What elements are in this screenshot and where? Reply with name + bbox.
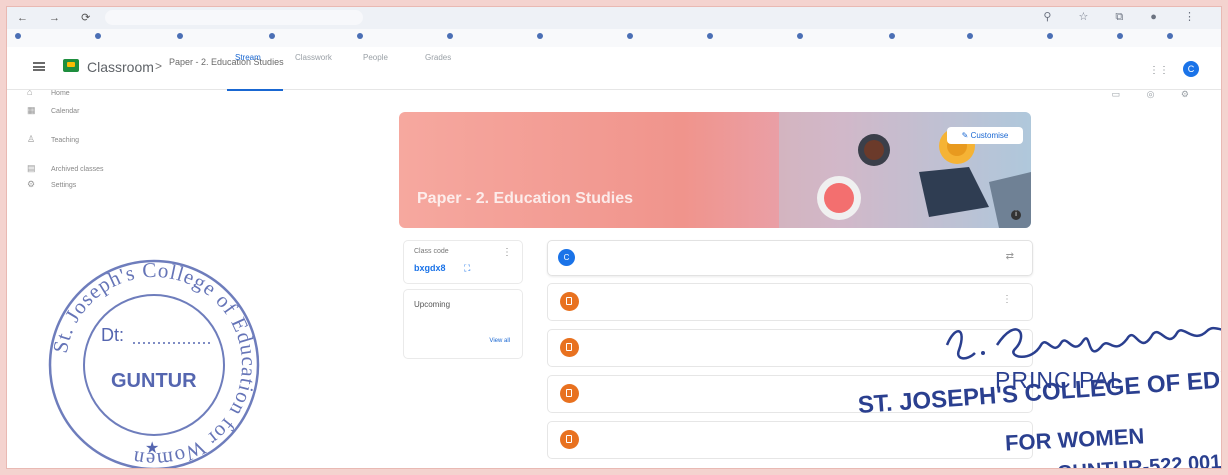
stamp-city: GUNTUR	[111, 370, 197, 392]
bookmark-item[interactable]	[627, 33, 636, 40]
announce-box[interactable]: C ⇄	[547, 240, 1033, 276]
bookmark-icon	[707, 33, 713, 40]
bookmark-icon	[889, 33, 895, 40]
tab-people[interactable]: People	[363, 53, 388, 62]
tab-grades[interactable]: Grades	[425, 53, 451, 62]
browser-toolbar: ← → ⟳ ⚲ ☆ ⧉ ● ⋮	[7, 7, 1221, 30]
app-title[interactable]: Classroom	[87, 59, 154, 75]
classroom-logo	[63, 59, 79, 72]
svg-text:★: ★	[145, 440, 159, 457]
sidebar-item-home[interactable]: ⌂ Home	[27, 87, 70, 97]
class-code-value: bxgdx8	[414, 263, 446, 273]
customise-button[interactable]: ✎ Customise	[947, 127, 1023, 144]
user-avatar: C	[558, 249, 575, 266]
bookmark-icon	[797, 33, 803, 40]
bookmark-item[interactable]	[797, 33, 806, 40]
bookmark-icon	[1047, 33, 1053, 40]
classroom-header: Classroom > Paper - 2. Education Studies…	[7, 47, 1221, 90]
bookmarks-bar	[7, 29, 1221, 48]
info-icon[interactable]: i	[1011, 210, 1021, 220]
sidebar-item-teaching[interactable]: ♙ Teaching	[27, 134, 79, 145]
bookmark-item[interactable]	[357, 33, 366, 40]
sidebar-item-calendar[interactable]: ▦ Calendar	[27, 105, 79, 116]
bookmark-item[interactable]	[269, 33, 278, 40]
apps-grid-icon[interactable]: ⋮⋮	[1149, 65, 1169, 76]
active-tab-indicator	[227, 89, 283, 91]
class-code-label: Class code	[414, 248, 449, 255]
bookmark-item[interactable]	[15, 33, 24, 40]
bookmark-icon	[447, 33, 453, 40]
bookmark-item[interactable]	[1047, 33, 1056, 40]
upcoming-label: Upcoming	[414, 300, 451, 309]
breadcrumb-class-title[interactable]: Paper - 2. Education Studies	[169, 57, 284, 67]
material-icon	[560, 430, 579, 449]
bookmark-icon	[15, 33, 21, 40]
stream-post[interactable]	[547, 421, 1033, 459]
sidebar-item-label: Settings	[51, 182, 77, 189]
repost-icon[interactable]: ⇄	[1006, 251, 1014, 262]
archive-icon: ▤	[27, 163, 36, 173]
browser-nav-icons[interactable]: ← → ⟳	[17, 11, 99, 24]
bookmark-icon	[95, 33, 101, 40]
principal-signature	[945, 326, 1221, 360]
fullscreen-icon[interactable]: ⛶	[464, 263, 470, 274]
college-seal-stamp: St. Joseph's College of Education for Wo…	[48, 258, 260, 468]
main-menu-icon[interactable]	[33, 62, 45, 71]
bookmark-icon	[537, 33, 543, 40]
bookmark-item[interactable]	[95, 33, 104, 40]
bookmark-icon	[269, 33, 275, 40]
material-icon	[560, 338, 579, 357]
sidebar-item-label: Home	[51, 90, 70, 97]
view-all-link[interactable]: View all	[489, 338, 510, 344]
bookmark-item[interactable]	[1167, 33, 1176, 40]
more-options-icon[interactable]: ⋮	[1002, 294, 1012, 305]
banner-class-title: Paper - 2. Education Studies	[417, 190, 634, 207]
stamp-date-label: Dt:	[101, 325, 124, 345]
class-banner: Paper - 2. Education Studies ✎ Customise…	[399, 112, 1031, 228]
tab-classwork[interactable]: Classwork	[295, 53, 332, 62]
bookmark-icon	[967, 33, 973, 40]
class-toolbar-icons[interactable]: ▭ ◎ ⚙	[1112, 89, 1201, 100]
address-bar[interactable]	[105, 10, 363, 25]
class-code-card: Class code bxgdx8 ⛶ ⋮	[403, 240, 523, 284]
sidebar-item-archived[interactable]: ▤ Archived classes	[27, 163, 104, 174]
bookmark-item[interactable]	[1117, 33, 1126, 40]
browser-tool-icons[interactable]: ⚲ ☆ ⧉ ● ⋮	[1043, 10, 1207, 24]
bookmark-icon	[627, 33, 633, 40]
sidebar-item-label: Archived classes	[51, 166, 104, 173]
sidebar-item-settings[interactable]: ⚙ Settings	[27, 179, 76, 190]
bookmark-item[interactable]	[537, 33, 546, 40]
bookmark-item[interactable]	[967, 33, 976, 40]
bookmark-icon	[1117, 33, 1123, 40]
tab-stream[interactable]: Stream	[235, 53, 261, 62]
bookmark-item[interactable]	[447, 33, 456, 40]
account-avatar[interactable]: C	[1183, 61, 1199, 77]
teaching-icon: ♙	[27, 134, 36, 144]
more-options-icon[interactable]: ⋮	[502, 247, 512, 258]
breadcrumb-separator: >	[155, 59, 163, 73]
material-icon	[560, 292, 579, 311]
screenshot-frame: ← → ⟳ ⚲ ☆ ⧉ ● ⋮ Classroom > Paper - 2. E…	[6, 6, 1222, 469]
sidebar-item-label: Calendar	[51, 108, 80, 115]
bookmark-item[interactable]	[707, 33, 716, 40]
material-icon	[560, 384, 579, 403]
home-icon: ⌂	[27, 87, 33, 97]
bookmark-icon	[177, 33, 183, 40]
bookmark-icon	[1167, 33, 1173, 40]
bookmark-item[interactable]	[889, 33, 898, 40]
bookmark-icon	[357, 33, 363, 40]
calendar-icon: ▦	[27, 105, 36, 115]
gear-icon: ⚙	[27, 179, 36, 189]
bookmark-item[interactable]	[177, 33, 186, 40]
upcoming-card: Upcoming View all	[403, 289, 523, 359]
sidebar-item-label: Teaching	[51, 137, 80, 144]
